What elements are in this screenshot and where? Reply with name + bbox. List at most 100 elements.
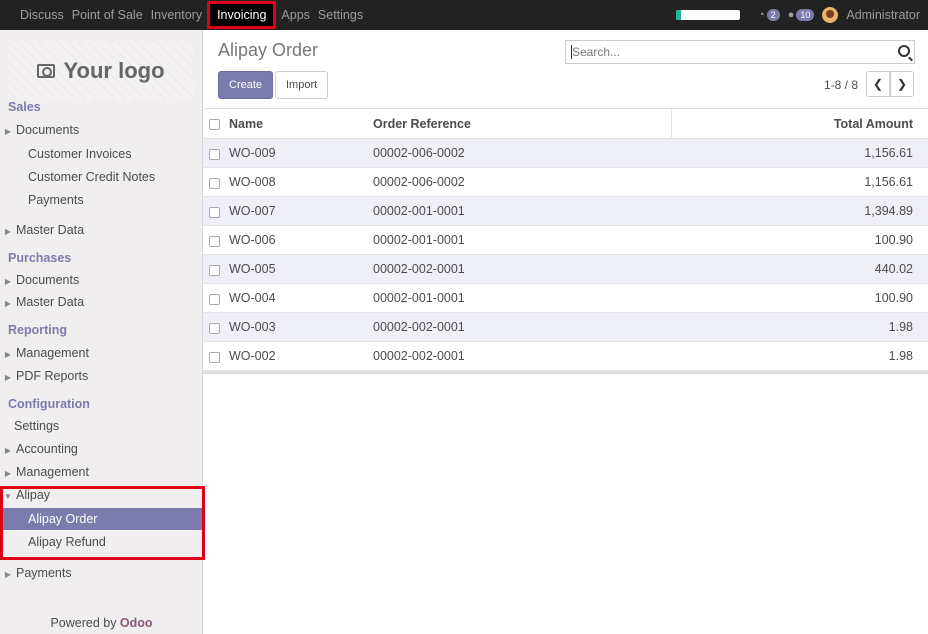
table-row[interactable]: WO-008 00002-006-0002 1,156.61 [203,168,928,197]
cell-order-reference: 00002-006-0002 [373,175,465,189]
app-menu: Discuss Point of Sale Inventory Invoicin… [0,0,367,30]
table-row[interactable]: WO-002 00002-002-0001 1.98 [203,342,928,371]
cell-order-reference: 00002-001-0001 [373,291,465,305]
table-row[interactable]: WO-006 00002-001-0001 100.90 [203,226,928,255]
section-configuration: Configuration [8,397,90,411]
row-checkbox[interactable] [209,323,220,334]
progress-fill [676,10,682,20]
pager-previous-button[interactable]: ❮ [866,71,890,97]
chevron-left-icon: ❮ [872,77,884,91]
cell-total-amount: 100.90 [874,233,913,247]
cell-name: WO-007 [229,204,276,218]
column-header-name[interactable]: Name [229,109,263,139]
odoo-link[interactable]: Odoo [120,616,153,630]
top-navbar: Discuss Point of Sale Inventory Invoicin… [0,0,928,30]
sidebar-item-customer-invoices[interactable]: Customer Invoices [0,143,202,165]
caret-right-icon: ▶ [4,299,12,308]
cell-total-amount: 1,394.89 [864,204,913,218]
sidebar-item-settings[interactable]: Settings [0,415,202,437]
chat-badge: 2 [766,9,780,21]
avatar[interactable] [822,7,839,23]
sidebar-item-purchases-master-data[interactable]: ▶ Master Data [0,291,202,313]
row-checkbox[interactable] [209,352,220,363]
cell-total-amount: 440.02 [874,262,913,276]
app-invoicing[interactable]: Invoicing [207,1,277,29]
list-view-table: Name Order Reference Total Amount WO-009… [203,108,928,374]
annotation-highlight-box [0,486,205,560]
sidebar-item-label: Accounting [16,442,78,456]
app-discuss[interactable]: Discuss [16,0,68,30]
cell-total-amount: 1,156.61 [864,146,913,160]
column-header-order-reference[interactable]: Order Reference [373,109,471,139]
cell-order-reference: 00002-002-0001 [373,320,465,334]
sidebar-item-management-reporting[interactable]: ▶ Management [0,342,202,364]
app-inventory[interactable]: Inventory [147,0,206,30]
cell-name: WO-004 [229,291,276,305]
sidebar-item-label: PDF Reports [16,369,89,383]
caret-right-icon: ▶ [4,570,12,579]
import-button[interactable]: Import [275,71,329,99]
chevron-right-icon: ❯ [896,77,908,91]
column-divider [671,109,672,139]
sidebar-item-sales-documents[interactable]: ▶ Documents [0,119,202,141]
cell-name: WO-008 [229,175,276,189]
caret-right-icon: ▶ [4,373,12,382]
cell-total-amount: 1.98 [888,349,913,363]
table-row[interactable]: WO-003 00002-002-0001 1.98 [203,313,928,342]
row-checkbox[interactable] [209,265,220,276]
messages-badge: 10 [796,9,815,21]
caret-right-icon: ▶ [4,446,12,455]
logo-text: Your logo [63,58,165,83]
section-reporting: Reporting [8,323,68,337]
caret-right-icon: ▶ [4,350,12,359]
sidebar-item-pdf-reports[interactable]: ▶ PDF Reports [0,365,202,387]
sidebar-item-purchases-documents[interactable]: ▶ Documents [0,269,202,291]
table-header: Name Order Reference Total Amount [203,109,928,139]
table-row[interactable]: WO-005 00002-002-0001 440.02 [203,255,928,284]
caret-right-icon: ▶ [4,227,12,236]
select-all-checkbox[interactable] [209,119,220,130]
section-purchases: Purchases [8,251,72,265]
row-checkbox[interactable] [209,236,220,247]
systray: ◔ 2 ● 10 Administrator [676,0,920,30]
row-checkbox[interactable] [209,294,220,305]
progress-bar [676,10,741,20]
powered-by: Powered by Odoo [0,616,203,630]
cell-name: WO-005 [229,262,276,276]
row-checkbox[interactable] [209,178,220,189]
row-checkbox[interactable] [209,207,220,218]
sidebar-item-management-config[interactable]: ▶ Management [0,461,202,483]
sidebar-item-sales-master-data[interactable]: ▶ Master Data [0,219,202,241]
user-menu[interactable]: Administrator [846,8,920,22]
search-icon[interactable] [898,45,910,57]
sidebar-item-payments[interactable]: ▶ Payments [0,562,202,584]
sidebar-item-label: Documents [16,123,80,137]
app-point-of-sale[interactable]: Point of Sale [68,0,147,30]
row-checkbox[interactable] [209,149,220,160]
app-apps[interactable]: Apps [277,0,314,30]
page-title: Alipay Order [218,40,319,60]
table-row[interactable]: WO-007 00002-001-0001 1,394.89 [203,197,928,226]
sidebar-item-accounting[interactable]: ▶ Accounting [0,438,202,460]
pager-value[interactable]: 1-8 / 8 [824,78,858,92]
chat-button[interactable]: ◔ 2 [758,9,780,21]
comment-icon: ● [787,9,795,21]
sidebar-item-customer-credit-notes[interactable]: Customer Credit Notes [0,166,202,188]
create-button[interactable]: Create [218,71,274,99]
cell-total-amount: 1,156.61 [864,175,913,189]
table-row[interactable]: WO-009 00002-006-0002 1,156.61 [203,139,928,168]
cell-total-amount: 1.98 [888,320,913,334]
sidebar-item-payments-sub[interactable]: Payments [0,189,202,211]
company-logo[interactable]: Your logo [8,42,194,100]
section-sales: Sales [8,100,41,114]
caret-right-icon: ▶ [4,277,12,286]
cell-order-reference: 00002-002-0001 [373,262,465,276]
search-input[interactable]: Search... [565,40,915,64]
pager-next-button[interactable]: ❯ [890,71,914,97]
table-row[interactable]: WO-004 00002-001-0001 100.90 [203,284,928,313]
cell-name: WO-002 [229,349,276,363]
sidebar-item-label: Management [16,346,89,360]
column-header-total-amount[interactable]: Total Amount [834,109,913,139]
messages-button[interactable]: ● 10 [788,9,815,21]
app-settings[interactable]: Settings [314,0,367,30]
